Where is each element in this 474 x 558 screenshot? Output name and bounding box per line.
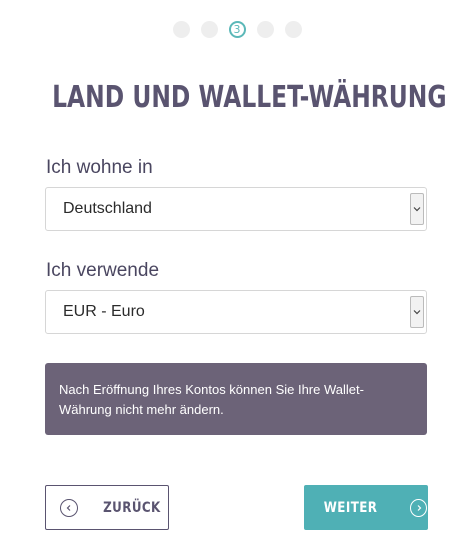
country-label: Ich wohne in: [46, 157, 153, 178]
wallet-setup-page: 3 LAND UND WALLET-WÄHRUNG Ich wohne in D…: [0, 0, 474, 558]
back-button[interactable]: ZURÜCK: [45, 485, 169, 530]
step-dot-4: [256, 20, 274, 38]
back-button-label: ZURÜCK: [103, 499, 161, 516]
country-select[interactable]: Deutschland: [45, 187, 427, 231]
step-dot-1: [172, 20, 190, 38]
step-dot-2: [200, 20, 218, 38]
chevron-down-icon[interactable]: [410, 296, 424, 328]
chevron-left-circle-icon: [60, 498, 78, 517]
chevron-right-circle-icon: [410, 498, 427, 517]
step-dot-5: [284, 20, 302, 38]
currency-notice: Nach Eröffnung Ihres Kontos können Sie I…: [45, 363, 427, 435]
currency-select-value: EUR - Euro: [63, 303, 145, 320]
currency-select[interactable]: EUR - Euro: [45, 290, 427, 334]
next-button-label: WEITER: [323, 499, 378, 516]
next-button[interactable]: WEITER: [304, 485, 428, 530]
step-dot-current: 3: [228, 20, 246, 38]
page-title: LAND UND WALLET-WÄHRUNG: [52, 80, 447, 115]
currency-notice-text: Nach Eröffnung Ihres Kontos können Sie I…: [59, 382, 364, 417]
step-indicator: 3: [0, 19, 474, 39]
chevron-down-icon[interactable]: [410, 193, 424, 225]
country-select-value: Deutschland: [63, 200, 152, 217]
currency-label: Ich verwende: [46, 260, 160, 281]
